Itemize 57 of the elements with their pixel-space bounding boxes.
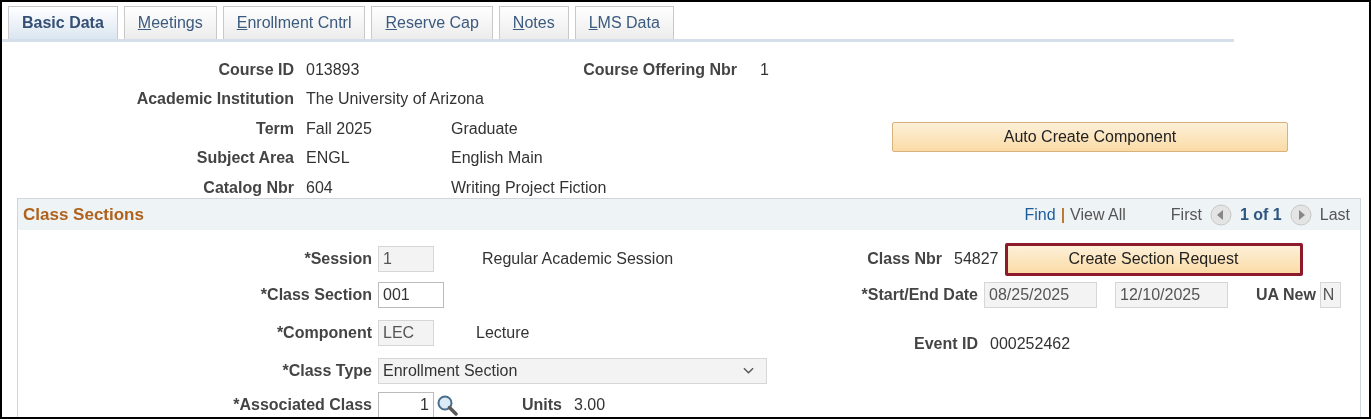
field-value: ENGL <box>305 149 350 168</box>
readonly-field: 1 <box>378 246 434 272</box>
field-value: 3.00 <box>573 396 606 414</box>
field-value: 54827 <box>953 250 999 268</box>
readonly-field: N <box>1319 282 1341 308</box>
field-label: Subject Area <box>195 149 294 168</box>
input-field[interactable]: 001 <box>378 282 444 308</box>
field-description: Regular Academic Session <box>482 250 674 268</box>
field-label: *Class Type <box>281 362 373 380</box>
field-description: English Main <box>450 149 543 168</box>
field-value: 000252462 <box>989 334 1071 353</box>
field-value: The University of Arizona <box>305 90 484 109</box>
field-label: Course Offering Nbr <box>582 60 737 79</box>
field-label: Course ID <box>217 60 294 79</box>
field-description: Graduate <box>450 119 518 138</box>
tab[interactable]: Meetings <box>123 6 217 39</box>
page-position: 1 of 1 <box>1239 205 1282 224</box>
field-label: *Class Section <box>259 286 373 304</box>
search-icon[interactable] <box>436 394 458 416</box>
create-section-request-button[interactable]: Create Section Request <box>1004 242 1303 276</box>
dropdown-field[interactable]: Enrollment Section <box>378 358 767 384</box>
readonly-field: 12/10/2025 <box>1115 282 1228 308</box>
separator: | <box>1060 205 1066 224</box>
section-title: Class Sections <box>23 204 144 225</box>
field-label: Catalog Nbr <box>202 178 294 197</box>
field-description: Writing Project Fiction <box>450 178 607 197</box>
chevron-down-icon <box>743 367 754 375</box>
previous-icon[interactable] <box>1209 203 1232 226</box>
input-field[interactable]: 1 <box>378 392 434 417</box>
readonly-field: 08/25/2025 <box>984 282 1097 308</box>
field-label: Event ID <box>913 334 978 353</box>
field-label: Term <box>255 119 294 138</box>
tab[interactable]: Notes <box>498 6 569 39</box>
field-label: *Associated Class <box>232 396 373 414</box>
tab[interactable]: LMS Data <box>574 6 674 39</box>
field-value: Fall 2025 <box>305 119 372 138</box>
first-label: First <box>1170 205 1202 224</box>
field-label: *Session <box>303 250 373 268</box>
field-value: 604 <box>305 178 333 197</box>
field-label: Academic Institution <box>135 90 294 109</box>
tab[interactable]: Reserve Cap <box>371 6 493 39</box>
field-label: UA New <box>1256 286 1316 304</box>
readonly-field: LEC <box>378 319 434 346</box>
field-label: *Start/End Date <box>860 286 978 304</box>
tab[interactable]: Basic Data <box>8 6 118 39</box>
view-all-link[interactable]: View All <box>1070 205 1126 224</box>
field-label: Class Nbr <box>866 250 942 268</box>
field-value: 1 <box>759 60 769 79</box>
tab[interactable]: Enrollment Cntrl <box>222 6 366 39</box>
find-link[interactable]: Find <box>1024 205 1056 224</box>
field-label: *Component <box>275 323 373 342</box>
field-description: Lecture <box>476 323 530 342</box>
next-icon[interactable] <box>1289 203 1312 226</box>
field-value: 013893 <box>305 60 360 79</box>
last-label: Last <box>1319 205 1350 224</box>
auto-create-component-button[interactable]: Auto Create Component <box>892 121 1288 152</box>
field-label: Units <box>522 396 562 414</box>
